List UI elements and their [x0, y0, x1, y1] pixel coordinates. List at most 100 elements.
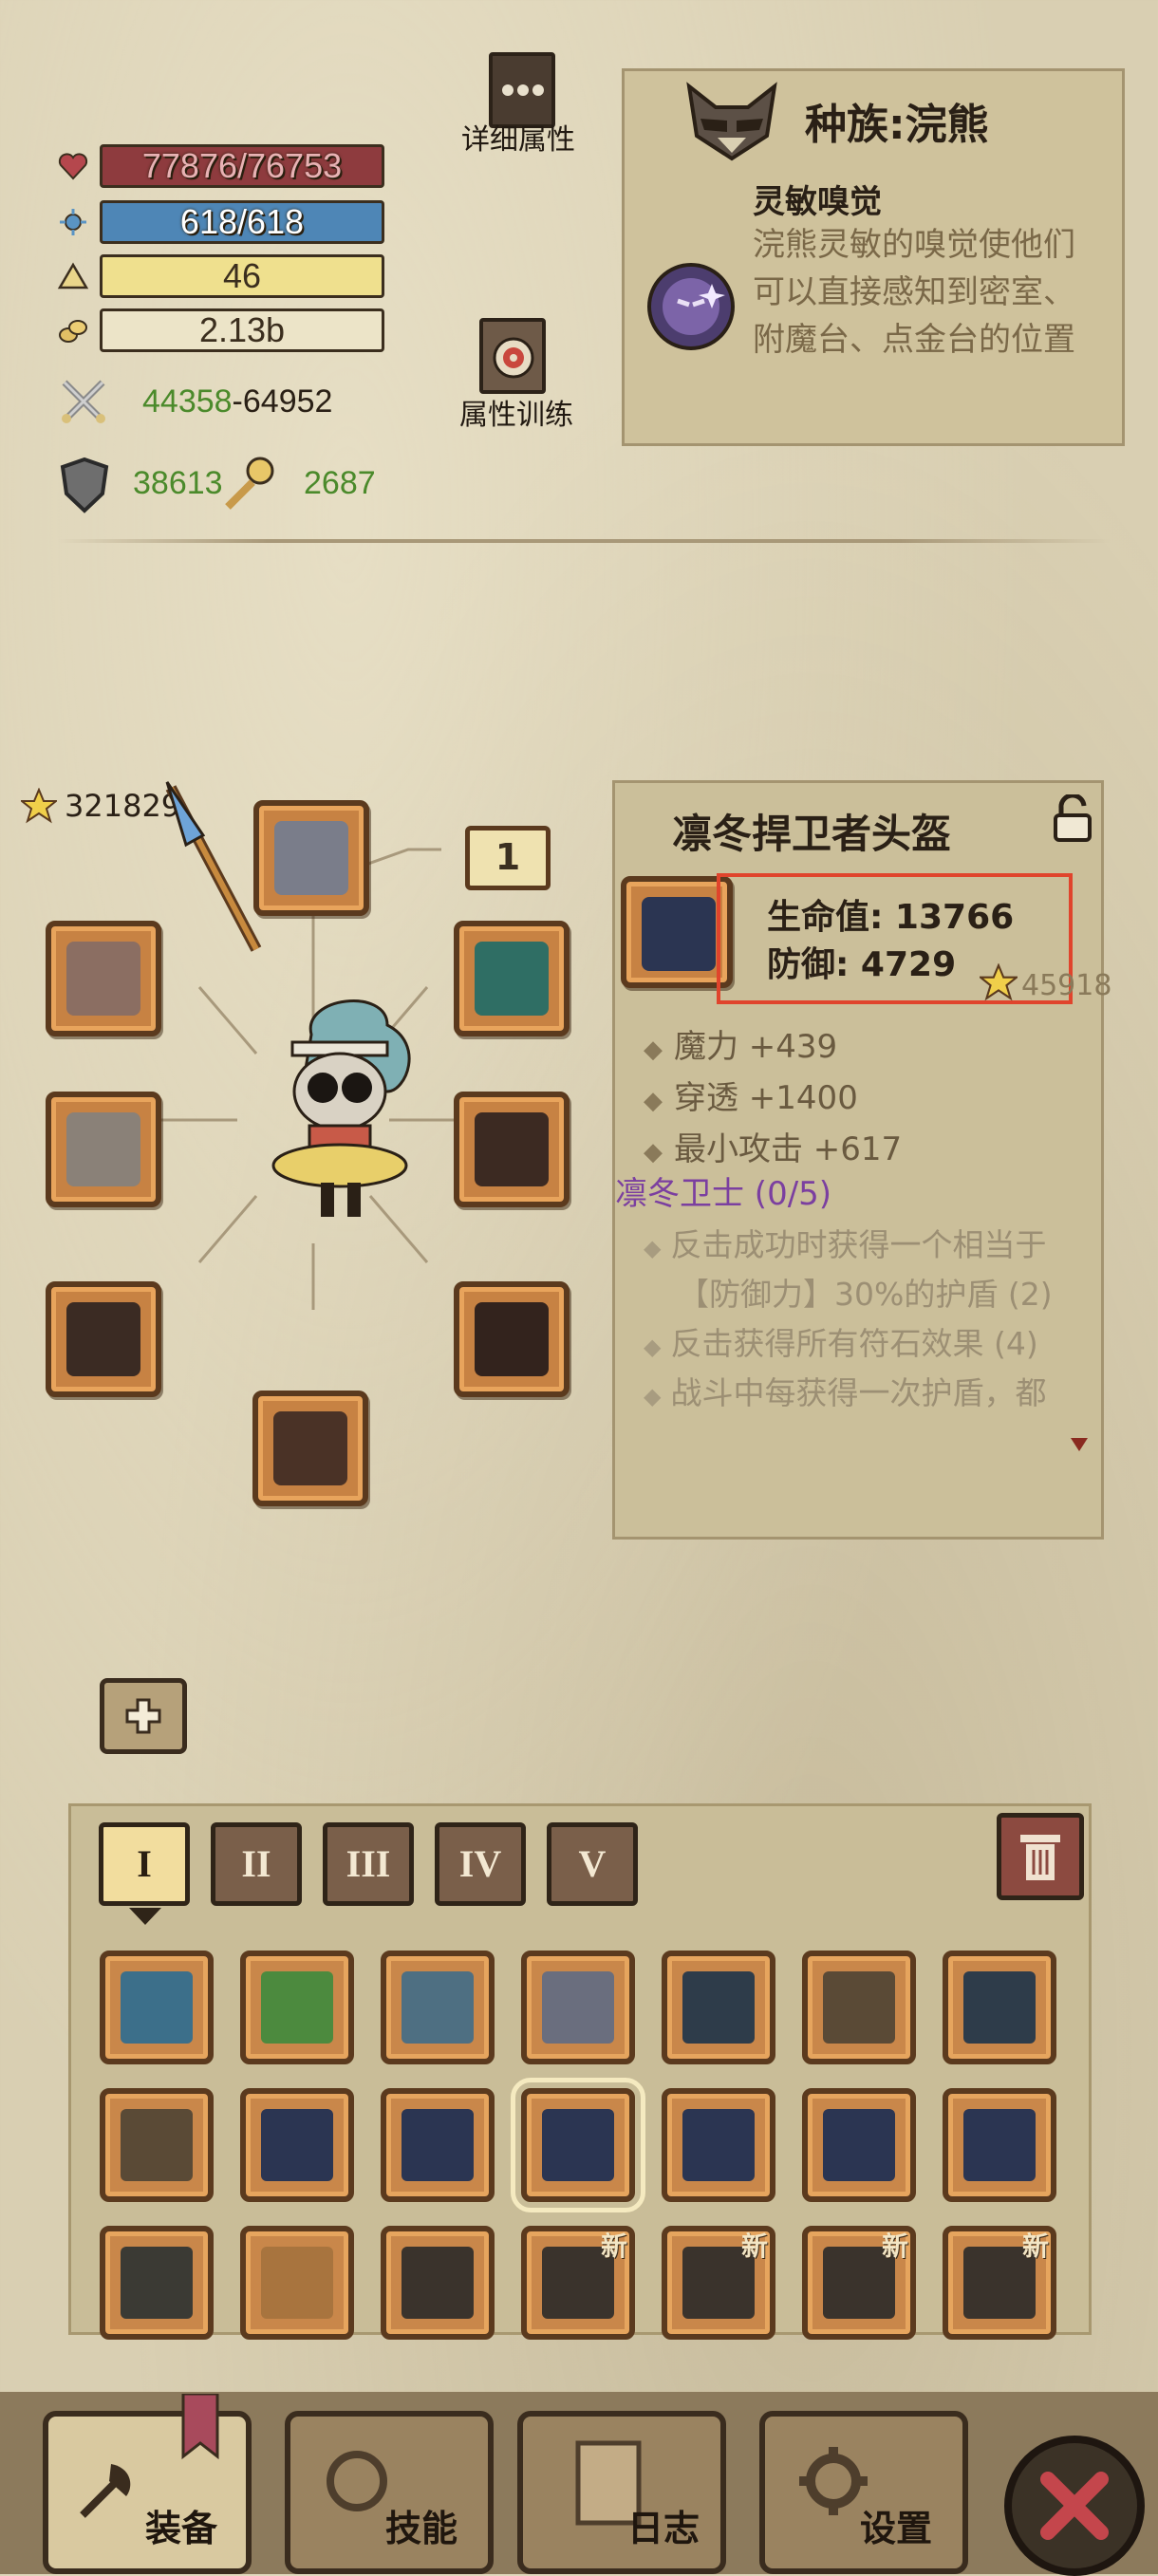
- new-badge: 新: [740, 2231, 768, 2262]
- winter-helmet-icon: [642, 897, 716, 971]
- close-button[interactable]: [1004, 2436, 1145, 2576]
- set-bonus-text: 反击成功时获得一个相当于: [670, 1226, 1047, 1263]
- ring-icon: [66, 942, 140, 1016]
- inventory-slot[interactable]: [662, 2088, 775, 2202]
- set-bonus-text: 【防御力】30%的护盾 (2): [678, 1276, 1053, 1313]
- inventory-slot[interactable]: 新: [802, 2226, 916, 2340]
- inventory-slot[interactable]: [100, 1951, 214, 2064]
- inventory-slot[interactable]: 新: [662, 2226, 775, 2340]
- inventory-slot[interactable]: [100, 2088, 214, 2202]
- inventory-slot[interactable]: [802, 1951, 916, 2064]
- nav-equip-label: 装备: [145, 2508, 218, 2549]
- luck-value: 2687: [304, 465, 376, 501]
- inventory-tab-1[interactable]: I: [99, 1822, 190, 1906]
- nav-equip-button[interactable]: 装备: [43, 2394, 252, 2574]
- winter-helmet-icon: [823, 2109, 895, 2181]
- heart-icon: [58, 153, 88, 180]
- slot-helmet[interactable]: [253, 800, 369, 916]
- inventory-slot[interactable]: [381, 2226, 495, 2340]
- nav-settings-button[interactable]: 设置: [759, 2411, 968, 2574]
- hp-bar: 77876/76753: [100, 144, 384, 188]
- attribute-training-button[interactable]: [479, 318, 546, 394]
- pirate-hat-icon: [121, 2247, 193, 2319]
- inventory-slot[interactable]: [240, 2226, 354, 2340]
- race-trait-name: 灵敏嗅觉: [753, 183, 882, 221]
- nav-skills-label: 技能: [385, 2508, 458, 2549]
- defense-value: 38613: [133, 465, 223, 501]
- new-badge: 新: [1021, 2231, 1049, 2262]
- inventory-tab-5[interactable]: V: [547, 1822, 638, 1906]
- inventory-slot[interactable]: 新: [943, 2226, 1056, 2340]
- race-title: 种族:浣熊: [805, 101, 989, 149]
- mace-icon: [823, 1971, 895, 2044]
- new-badge: 新: [881, 2231, 908, 2262]
- inventory-tab-3[interactable]: III: [323, 1822, 414, 1906]
- inventory-tab-4[interactable]: IV: [435, 1822, 526, 1906]
- inventory-slot[interactable]: [240, 2088, 354, 2202]
- inventory-slot[interactable]: [943, 1951, 1056, 2064]
- section-divider: [57, 539, 1111, 543]
- level-bar: 46: [100, 254, 384, 298]
- winter-helmet-icon: [542, 2109, 614, 2181]
- boots-icon: [273, 1411, 347, 1485]
- gold-bar: 2.13b: [100, 308, 384, 352]
- leather-hat-icon: [261, 2247, 333, 2319]
- slot-boots[interactable]: [252, 1391, 368, 1506]
- armor-icon: [475, 1112, 549, 1186]
- inventory-slot[interactable]: [943, 2088, 1056, 2202]
- add-loadout-button[interactable]: [100, 1678, 187, 1754]
- inventory-slot[interactable]: [521, 1951, 635, 2064]
- new-badge: 新: [600, 2231, 627, 2262]
- set-bonus-text: 战斗中每获得一次护盾，都: [670, 1374, 1047, 1411]
- affix-row: ◆ 穿透 +1400: [644, 1079, 858, 1117]
- slot-amulet[interactable]: [46, 921, 161, 1036]
- slot-gloves[interactable]: [46, 1092, 161, 1207]
- set-bonus-line: ◆ 战斗中每获得一次护盾，都: [644, 1374, 1047, 1411]
- nav-skills-button[interactable]: 技能: [285, 2411, 494, 2574]
- inventory-slot[interactable]: [100, 2226, 214, 2340]
- inventory-slot[interactable]: [381, 2088, 495, 2202]
- luck-icon: [225, 457, 274, 510]
- affix-row: ◆ 魔力 +439: [644, 1028, 838, 1066]
- slot-bracer[interactable]: [46, 1281, 161, 1397]
- slot-armor[interactable]: [454, 1092, 570, 1207]
- inventory-slot[interactable]: [381, 1951, 495, 2064]
- inventory-tab-2[interactable]: II: [211, 1822, 302, 1906]
- trash-icon: [1020, 1835, 1060, 1880]
- race-panel: 种族:浣熊 灵敏嗅觉 浣熊灵敏的嗅觉使他们可以直接感知到密室、附魔台、点金台的位…: [622, 68, 1125, 446]
- attribute-training-label[interactable]: 属性训练: [459, 391, 573, 433]
- raccoon-icon: [686, 82, 777, 161]
- bookmark-icon: [181, 2394, 219, 2460]
- affix-text: 穿透 +1400: [674, 1079, 858, 1117]
- staff-icon: [121, 1971, 193, 2044]
- item-detail-panel: 凛冬捍卫者头盔 生命值: 13766 防御: 4729 45918 ◆ 魔力 +4…: [612, 780, 1111, 1540]
- nav-settings-label: 设置: [860, 2508, 933, 2549]
- inventory-slot[interactable]: 新: [521, 2226, 635, 2340]
- inventory-slot-selected[interactable]: [511, 2078, 645, 2212]
- inventory-slot[interactable]: [662, 1951, 775, 2064]
- blue-sword-icon: [402, 1971, 474, 2044]
- highlight-box: [717, 873, 1073, 1004]
- scroll-down-icon[interactable]: [1069, 1436, 1090, 1453]
- set-bonus-line: ◆ 反击获得所有符石效果 (4): [644, 1325, 1038, 1362]
- slot-legs[interactable]: [454, 1281, 570, 1397]
- winter-helmet-icon: [261, 2109, 333, 2181]
- mp-bar: 618/618: [100, 200, 384, 244]
- plus-icon: [125, 1698, 161, 1734]
- close-icon: [1040, 2472, 1109, 2540]
- inventory-slot[interactable]: [240, 1951, 354, 2064]
- affix-text: 魔力 +439: [674, 1028, 838, 1066]
- attack-min: 44358: [142, 383, 233, 420]
- trash-button[interactable]: [997, 1813, 1084, 1900]
- necklace-icon: [475, 942, 549, 1016]
- dagger-icon: [963, 1971, 1036, 2044]
- gauntlet-icon: [66, 1112, 140, 1186]
- inventory-slot[interactable]: [802, 2088, 916, 2202]
- star-icon: [21, 788, 57, 824]
- nav-log-button[interactable]: 日志: [517, 2411, 726, 2574]
- keen-smell-icon[interactable]: [645, 261, 737, 352]
- detail-attributes-label[interactable]: 详细属性: [461, 116, 575, 158]
- loadout-page-badge[interactable]: 1: [465, 826, 551, 890]
- slot-necklace[interactable]: [454, 921, 570, 1036]
- unlock-icon[interactable]: [1052, 794, 1093, 842]
